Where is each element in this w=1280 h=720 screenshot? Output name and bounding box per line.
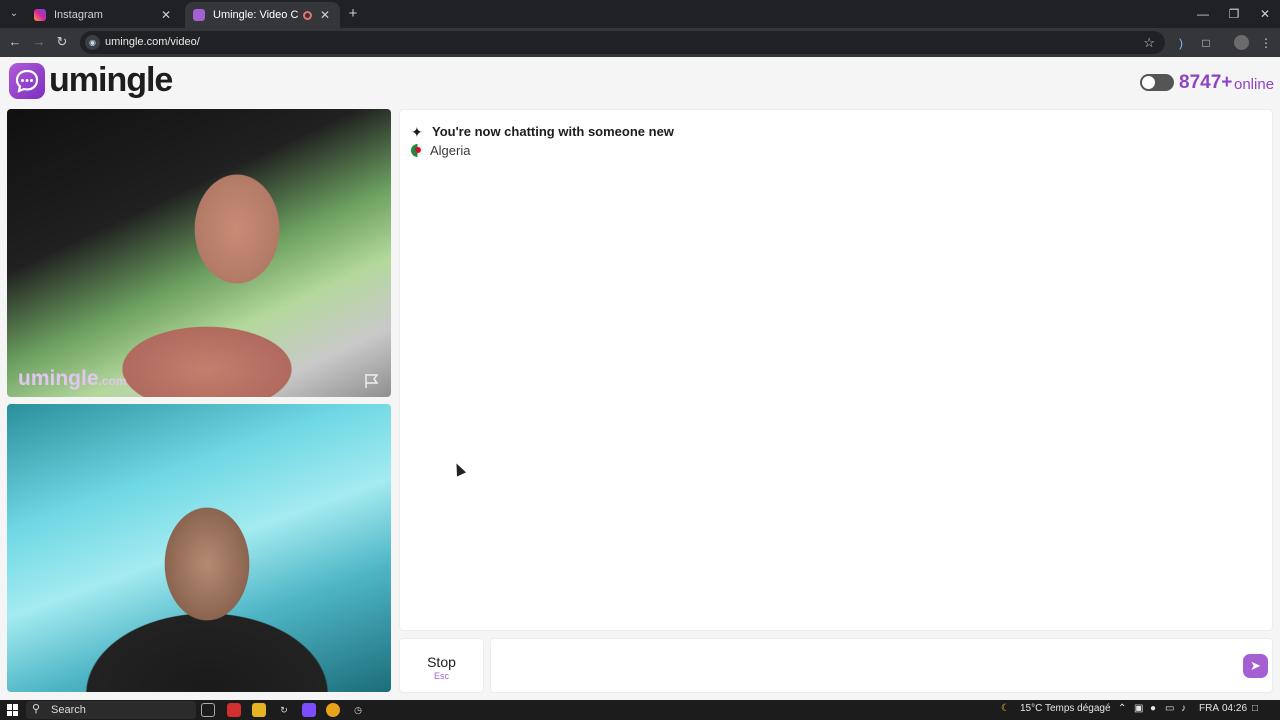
taskbar-search-label: Search: [51, 704, 86, 716]
taskbar: ⚲ Search ↻ ◷ ☾ 15°C Temps dégagé ⌃ ▣ ● ▭…: [0, 700, 1280, 720]
file-explorer-icon[interactable]: [252, 703, 266, 717]
page: umingle 8747+ online umingle.com ✦ You'r…: [0, 57, 1280, 700]
cast-icon[interactable]: ): [1171, 33, 1191, 53]
algeria-flag-icon: [411, 144, 424, 157]
system-message: You're now chatting with someone new: [432, 124, 674, 139]
reload-button[interactable]: ↻: [52, 32, 72, 52]
tab-search-icon[interactable]: ⌄: [6, 6, 22, 22]
tab-title: Umingle: Video Chat with St: [213, 9, 299, 21]
stop-label: Stop: [427, 654, 456, 670]
logo-chat-icon[interactable]: [9, 63, 45, 99]
app-clock-icon[interactable]: ◷: [351, 703, 365, 717]
watermark-suffix: .com: [98, 374, 127, 388]
forward-button[interactable]: →: [29, 32, 49, 52]
browser-toolbar: ← → ↻ ◉ umingle.com/video/ ☆ ) □ ⋮: [0, 28, 1280, 57]
stop-shortcut: Esc: [433, 671, 449, 681]
volume-icon[interactable]: ♪: [1181, 703, 1186, 714]
search-icon: ⚲: [32, 703, 41, 715]
chrome-icon[interactable]: [326, 703, 340, 717]
network-icon[interactable]: ▭: [1165, 703, 1174, 714]
online-count: 8747+: [1179, 72, 1233, 93]
restore-button[interactable]: ❐: [1219, 4, 1249, 24]
stranger-video: umingle.com: [7, 109, 391, 397]
close-icon[interactable]: ✕: [159, 8, 173, 22]
close-window-button[interactable]: ✕: [1250, 4, 1280, 24]
sync-app-icon[interactable]: ↻: [277, 703, 291, 717]
tray-chevron-icon[interactable]: ⌃: [1118, 703, 1126, 714]
umingle-icon: [193, 9, 205, 21]
theme-toggle[interactable]: [1140, 74, 1174, 91]
watermark-main: umingle: [18, 367, 99, 390]
windows-start-icon[interactable]: [7, 704, 19, 716]
clock-time[interactable]: 04:26: [1222, 703, 1247, 714]
report-flag-icon[interactable]: [363, 373, 381, 389]
bookmark-star-icon[interactable]: ☆: [1143, 31, 1155, 54]
task-view-icon[interactable]: [201, 703, 215, 717]
browser-menu-icon[interactable]: ⋮: [1256, 33, 1276, 53]
new-tab-button[interactable]: +: [344, 4, 362, 24]
chat-panel: ✦ You're now chatting with someone new A…: [399, 109, 1273, 631]
discord-icon[interactable]: [302, 703, 316, 717]
url-text[interactable]: umingle.com/video/: [105, 31, 200, 54]
stop-button[interactable]: Stop Esc: [399, 638, 484, 693]
tab-instagram[interactable]: Instagram ✕: [26, 2, 181, 28]
self-video: [7, 404, 391, 692]
stranger-country: Algeria: [430, 143, 471, 158]
send-icon[interactable]: ➤: [1243, 654, 1268, 678]
message-composer: ➤: [490, 638, 1273, 693]
taskbar-search[interactable]: ⚲ Search: [26, 701, 196, 719]
tray-device-icon[interactable]: ▣: [1134, 703, 1143, 714]
tab-title: Instagram: [54, 9, 103, 21]
notifications-icon[interactable]: □: [1252, 703, 1258, 714]
tab-umingle[interactable]: Umingle: Video Chat with St ✕: [185, 2, 340, 28]
site-info-icon[interactable]: ◉: [85, 35, 100, 50]
recording-icon: [303, 10, 312, 20]
instagram-icon: [34, 9, 46, 21]
back-button[interactable]: ←: [5, 32, 25, 52]
sparkle-icon: ✦: [411, 124, 423, 140]
address-bar[interactable]: ◉ umingle.com/video/ ☆: [80, 31, 1165, 54]
extensions-icon[interactable]: □: [1196, 33, 1216, 53]
message-input[interactable]: [499, 647, 1229, 685]
online-label: online: [1234, 76, 1275, 93]
language-indicator[interactable]: FRA: [1199, 703, 1219, 714]
microphone-icon[interactable]: ●: [1150, 703, 1156, 714]
video-watermark: umingle.com: [18, 367, 127, 391]
close-icon[interactable]: ✕: [318, 8, 332, 22]
profile-avatar[interactable]: [1234, 35, 1249, 50]
moon-weather-icon: ☾: [1001, 703, 1010, 714]
weather-text[interactable]: 15°C Temps dégagé: [1020, 703, 1111, 714]
browser-tab-strip: ⌄ Instagram ✕ Umingle: Video Chat with S…: [0, 0, 1280, 28]
minimize-button[interactable]: —: [1188, 4, 1218, 24]
logo-text[interactable]: umingle: [49, 61, 173, 100]
app-red-icon[interactable]: [227, 703, 241, 717]
